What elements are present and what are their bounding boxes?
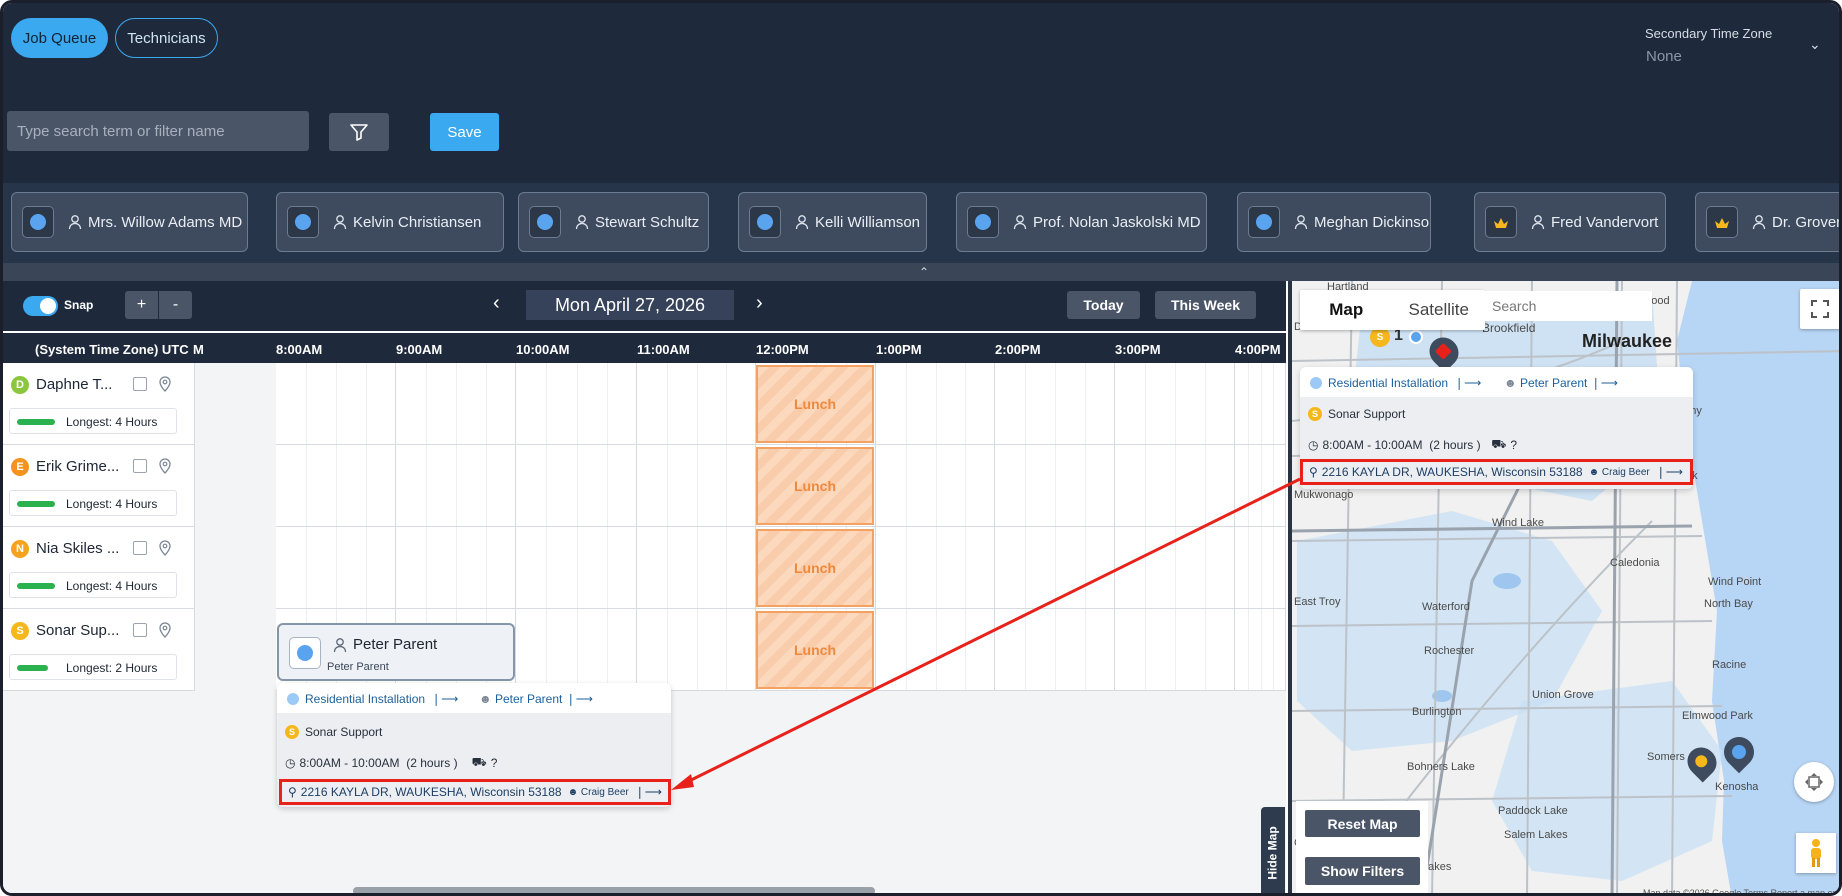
annotation-arrow xyxy=(671,477,1301,790)
app-window: Job Queue Technicians Secondary Time Zon… xyxy=(0,0,1842,896)
